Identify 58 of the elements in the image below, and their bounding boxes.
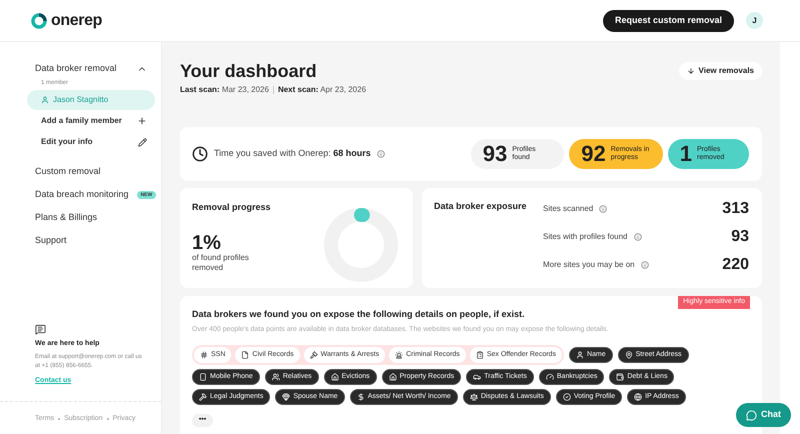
exposure-label: Sites with profiles found	[543, 230, 628, 242]
ring-icon	[282, 393, 290, 401]
hammer-icon	[199, 393, 207, 401]
sidebar-item[interactable]: Support	[0, 229, 161, 252]
info-icon	[634, 232, 642, 240]
last-scan: Last scan: Mar 23, 2026	[180, 84, 269, 96]
progress-percent: 1%	[192, 232, 222, 252]
arrow-down-icon	[686, 67, 695, 75]
exposure-value: 220	[722, 254, 749, 274]
chat-icon	[35, 324, 46, 334]
globe-icon	[634, 393, 642, 401]
sidebar-action[interactable]: Add a family member	[0, 111, 161, 131]
dollar-icon	[356, 393, 365, 401]
card-title: Removal progress	[192, 201, 271, 214]
exposure-value: 313	[722, 198, 749, 218]
next-scan: Next scan: Apr 23, 2026	[278, 84, 366, 96]
sidebar-item[interactable]: Plans & Billings	[0, 206, 161, 229]
exposure-label: More sites you may be on	[543, 258, 635, 270]
info-icon	[599, 204, 608, 212]
people-icon	[272, 373, 280, 381]
person-icon	[576, 351, 584, 359]
clipboard-icon	[476, 351, 484, 359]
request-removal-button[interactable]: Request custom removal	[602, 10, 734, 32]
sidebar-action[interactable]: Edit your info	[0, 132, 161, 152]
map-pin-icon	[624, 351, 633, 359]
gauge-icon	[546, 373, 554, 381]
progress-caption: of found profiles removed	[192, 252, 250, 272]
logo-icon	[31, 12, 47, 28]
gavel-icon	[310, 351, 318, 359]
sidebar-item[interactable]: Custom removal	[0, 160, 161, 183]
exposure-value: 93	[731, 226, 749, 246]
info-icon	[376, 150, 385, 158]
clock-icon	[192, 146, 208, 162]
hash-icon	[200, 351, 208, 359]
plus-icon	[137, 116, 147, 126]
time-saved-text: Time you saved with Onerep: 68 hours	[214, 147, 371, 160]
house-icon	[330, 373, 339, 381]
logo-text: onerep	[51, 10, 102, 30]
sidebar-section-toggle[interactable]: Data broker removal	[0, 62, 161, 76]
check-circle-icon	[562, 393, 571, 401]
chat-button[interactable]: Chat	[736, 403, 791, 427]
view-removals-button[interactable]: View removals	[678, 62, 762, 80]
details-title: Data brokers we found you on expose the following details on people, if exist.	[192, 308, 526, 321]
wallet-icon	[616, 373, 624, 381]
siren-icon	[395, 351, 404, 359]
info-icon	[640, 260, 649, 268]
home-icon	[388, 373, 397, 381]
person-icon	[41, 96, 49, 104]
car-icon	[473, 373, 482, 381]
pencil-icon	[138, 138, 147, 146]
card-title: Data broker exposure	[434, 200, 528, 213]
phone-icon	[199, 373, 207, 381]
exposure-label: Sites scanned	[543, 202, 594, 214]
avatar[interactable]: J	[746, 12, 763, 29]
page-title: Your dashboard	[180, 60, 318, 82]
document-icon	[241, 351, 250, 359]
chat-bubble-icon	[746, 410, 757, 420]
scale-icon	[470, 393, 478, 401]
